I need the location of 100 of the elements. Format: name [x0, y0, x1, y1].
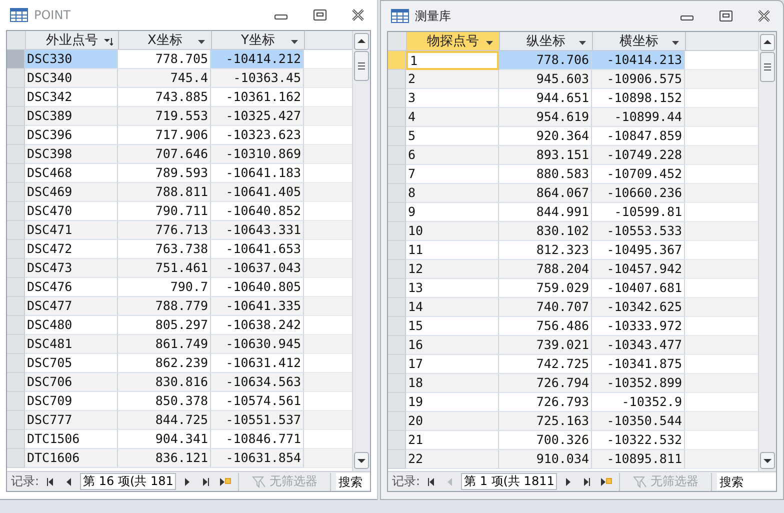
record-selector[interactable] — [388, 165, 406, 184]
record-selector[interactable] — [388, 374, 406, 393]
sort-ascending-icon[interactable] — [104, 37, 113, 46]
table-cell: -10343.477 — [592, 336, 685, 355]
table-cell: 759.029 — [499, 279, 592, 298]
table-cell: 788.811 — [118, 183, 211, 202]
records-label: 记录: — [392, 473, 420, 490]
record-selector[interactable] — [388, 89, 406, 108]
record-selector[interactable] — [7, 202, 25, 221]
table-cell: 790.7 — [118, 278, 211, 297]
record-selector[interactable] — [388, 317, 406, 336]
record-selector[interactable] — [388, 412, 406, 431]
table-cell: 21 — [406, 431, 499, 450]
record-selector[interactable] — [388, 431, 406, 450]
record-selector[interactable] — [7, 449, 25, 468]
record-selector[interactable] — [7, 297, 25, 316]
dropdown-arrow-icon[interactable] — [485, 38, 494, 47]
restore-icon[interactable] — [719, 10, 733, 22]
new-record-icon[interactable] — [219, 476, 232, 486]
record-selector[interactable] — [388, 279, 406, 298]
record-selector[interactable] — [7, 69, 25, 88]
search-field[interactable]: 搜索 — [717, 473, 776, 490]
new-record-icon[interactable] — [600, 476, 612, 486]
table-cell: -10641.405 — [211, 183, 304, 202]
table-cell: 12 — [406, 260, 499, 279]
table-cell: -10361.162 — [211, 88, 304, 107]
table-cell: 717.906 — [118, 126, 211, 145]
record-selector[interactable] — [388, 260, 406, 279]
record-selector[interactable] — [7, 278, 25, 297]
record-selector[interactable] — [388, 70, 406, 89]
column-header[interactable]: 物探点号 — [407, 32, 500, 51]
select-all-corner[interactable] — [7, 31, 26, 50]
table-cell: -10847.859 — [592, 127, 685, 146]
select-all-corner[interactable] — [388, 32, 407, 51]
record-selector[interactable] — [7, 411, 25, 430]
record-selector[interactable] — [7, 164, 25, 183]
table-cell: 844.725 — [118, 411, 211, 430]
record-selector[interactable] — [7, 183, 25, 202]
scrollbar[interactable] — [758, 32, 776, 471]
table-cell: -10495.367 — [592, 241, 685, 260]
scroll-thumb[interactable] — [354, 51, 369, 81]
record-selector[interactable] — [7, 316, 25, 335]
table-cell: 19 — [406, 393, 499, 412]
record-selector[interactable] — [7, 354, 25, 373]
table-cell: -10898.152 — [592, 89, 685, 108]
record-selector[interactable] — [388, 146, 406, 165]
record-selector[interactable] — [388, 450, 406, 469]
record-position-field[interactable]: 第 16 项(共 181 — [80, 473, 176, 490]
table-cell: 904.341 — [118, 430, 211, 449]
scroll-down-icon[interactable] — [354, 452, 369, 469]
table-cell: 756.486 — [499, 317, 592, 336]
dropdown-arrow-icon[interactable] — [197, 37, 206, 46]
record-selector[interactable] — [388, 222, 406, 241]
table-cell: -10407.681 — [592, 279, 685, 298]
table-cell: -10895.811 — [592, 450, 685, 469]
record-selector[interactable] — [7, 392, 25, 411]
close-icon[interactable] — [757, 10, 771, 22]
search-field[interactable]: 搜索 — [336, 473, 370, 490]
table-cell: 16 — [406, 336, 499, 355]
record-selector[interactable] — [388, 241, 406, 260]
table-cell: 700.326 — [499, 431, 592, 450]
record-selector[interactable] — [388, 298, 406, 317]
record-selector[interactable] — [7, 107, 25, 126]
table-cell: DSC340 — [25, 69, 118, 88]
record-selector[interactable] — [7, 240, 25, 259]
record-selector[interactable] — [7, 430, 25, 449]
record-selector[interactable] — [7, 373, 25, 392]
record-selector[interactable] — [388, 108, 406, 127]
scroll-down-icon[interactable] — [760, 452, 775, 469]
table-cell: 20 — [406, 412, 499, 431]
scrollbar[interactable] — [352, 31, 370, 471]
table-cell: 910.034 — [499, 450, 592, 469]
scroll-up-icon[interactable] — [354, 33, 369, 50]
table-icon — [10, 8, 28, 22]
dropdown-arrow-icon[interactable] — [290, 37, 299, 46]
table-cell: 13 — [406, 279, 499, 298]
record-selector[interactable] — [388, 336, 406, 355]
record-selector[interactable] — [7, 126, 25, 145]
record-selector[interactable] — [7, 335, 25, 354]
dropdown-arrow-icon[interactable] — [578, 38, 587, 47]
table-cell: 10 — [406, 222, 499, 241]
record-selector[interactable] — [388, 203, 406, 222]
record-selector[interactable] — [388, 393, 406, 412]
record-selector[interactable] — [7, 221, 25, 240]
record-position-field[interactable]: 第 1 项(共 1811 — [461, 473, 558, 490]
record-selector[interactable] — [7, 50, 25, 69]
close-icon[interactable] — [351, 9, 365, 21]
restore-icon[interactable] — [313, 9, 327, 21]
record-selector[interactable] — [7, 88, 25, 107]
record-selector[interactable] — [7, 259, 25, 278]
record-selector[interactable] — [388, 51, 406, 70]
scroll-up-icon[interactable] — [760, 34, 775, 51]
record-selector[interactable] — [388, 127, 406, 146]
table-cell: 944.651 — [499, 89, 592, 108]
record-selector[interactable] — [388, 355, 406, 374]
scroll-thumb[interactable] — [760, 52, 775, 82]
table-cell: 726.794 — [499, 374, 592, 393]
record-selector[interactable] — [7, 145, 25, 164]
dropdown-arrow-icon[interactable] — [671, 38, 680, 47]
record-selector[interactable] — [388, 184, 406, 203]
